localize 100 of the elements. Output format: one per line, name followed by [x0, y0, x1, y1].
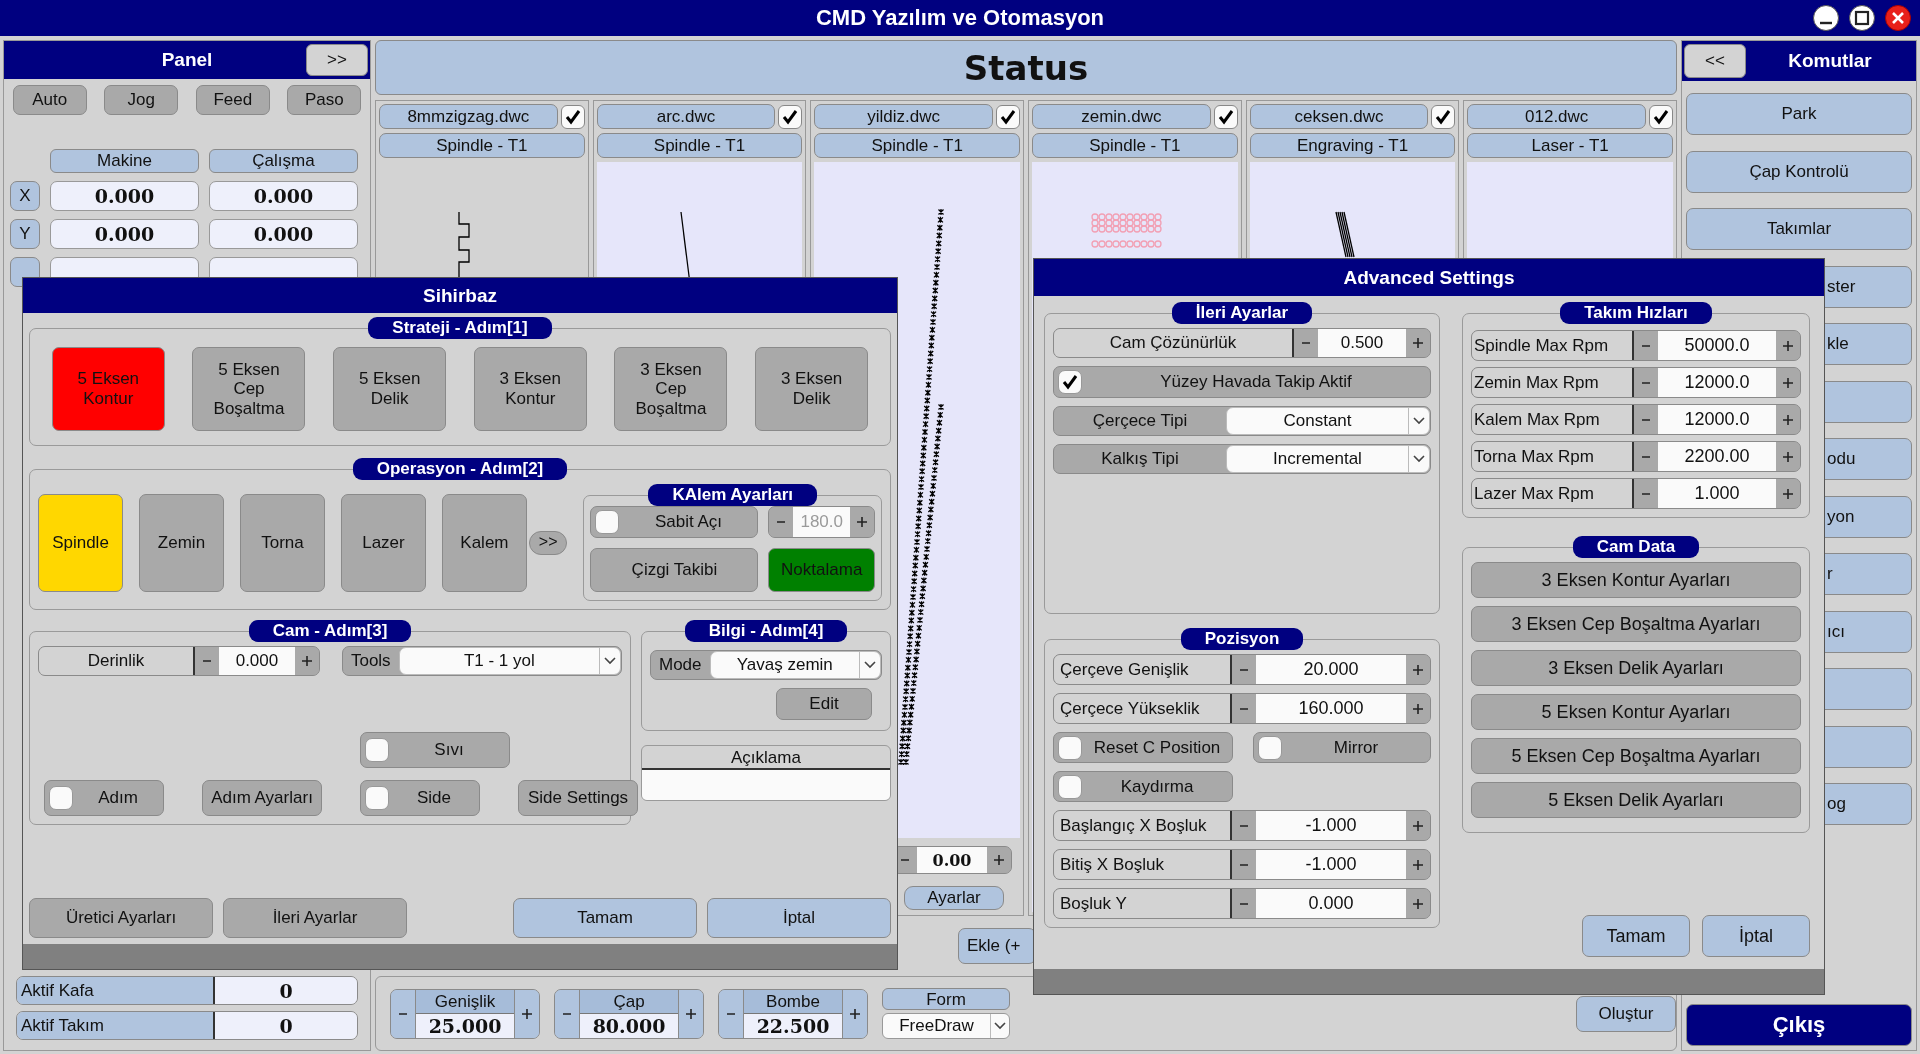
checkbox-button[interactable]: Adım — [44, 780, 164, 816]
field-label: Çap — [580, 989, 678, 1014]
mode-button[interactable]: Çizgi Takibi — [590, 548, 759, 592]
dialog-button[interactable]: Tamam — [513, 898, 697, 938]
file-name: zemin.dwc — [1032, 104, 1211, 129]
settings-button[interactable]: 3 Eksen Delik Ayarları — [1471, 650, 1801, 686]
checkbox[interactable] — [365, 786, 389, 810]
strategy-button[interactable]: 5 Eksen Cep Boşaltma — [192, 347, 306, 431]
checkbox[interactable] — [365, 738, 389, 762]
settings-button[interactable]: Adım Ayarları — [202, 780, 322, 816]
checkbox-button[interactable]: Mirror — [1253, 732, 1431, 763]
value-field[interactable]: 25.000 — [416, 1013, 514, 1038]
settings-button[interactable]: Ayarlar — [904, 886, 1004, 910]
field-label: Kalkış Tipi — [1100, 448, 1180, 470]
dropdown[interactable]: Yavaş zemin — [709, 651, 881, 679]
plus-icon — [849, 1007, 861, 1020]
command-button[interactable]: Park — [1686, 93, 1912, 135]
checkbox[interactable] — [1058, 774, 1082, 799]
value-field[interactable]: 0.000 — [219, 647, 295, 675]
mode-button[interactable]: Feed — [195, 85, 270, 115]
checkbox[interactable] — [1058, 370, 1082, 394]
checkbox[interactable] — [560, 104, 585, 129]
settings-button[interactable]: 5 Eksen Delik Ayarları — [1471, 782, 1801, 818]
value-field[interactable]: 12000.0 — [1658, 368, 1776, 397]
settings-button[interactable]: 5 Eksen Cep Boşaltma Ayarları — [1471, 738, 1801, 774]
dropdown[interactable]: Constant — [1226, 407, 1430, 435]
value-field[interactable]: 12000.0 — [1658, 405, 1776, 434]
dropdown[interactable]: FreeDraw — [882, 1013, 1010, 1039]
tool-label: Spindle - T1 — [596, 133, 803, 158]
checkbox[interactable] — [49, 786, 73, 810]
value-field[interactable]: 1.000 — [1658, 479, 1776, 508]
settings-button[interactable]: 3 Eksen Cep Boşaltma Ayarları — [1471, 606, 1801, 642]
checkbox[interactable] — [1058, 735, 1082, 760]
value-field[interactable]: 0.500 — [1318, 329, 1406, 357]
more-button[interactable]: >> — [528, 530, 568, 555]
strategy-button[interactable]: 5 Eksen Delik — [333, 347, 447, 431]
dropdown[interactable]: Incremental — [1226, 445, 1430, 473]
dialog-button[interactable]: Üretici Ayarları — [29, 898, 213, 938]
operation-button[interactable]: Kalem — [441, 493, 527, 592]
strategy-button[interactable]: 3 Eksen Cep Boşaltma — [614, 347, 728, 431]
checkbox[interactable] — [1649, 104, 1674, 129]
value-field[interactable]: 22.500 — [744, 1013, 842, 1038]
mode-button[interactable]: Jog — [104, 85, 179, 115]
checkmark-icon — [1652, 107, 1671, 126]
checkbox[interactable] — [1213, 104, 1238, 129]
plus-icon — [1782, 339, 1794, 352]
checkbox-button[interactable]: Yüzey Havada Takip Aktif — [1053, 366, 1431, 398]
command-button[interactable]: Takımlar — [1686, 208, 1912, 250]
checkbox-button[interactable]: Kaydırma — [1053, 771, 1233, 802]
section-title: İleri Ayarlar — [1171, 302, 1313, 324]
value-field[interactable]: 160.000 — [1256, 694, 1406, 723]
dialog-button[interactable]: İleri Ayarlar — [223, 898, 407, 938]
settings-button[interactable]: 3 Eksen Kontur Ayarları — [1471, 562, 1801, 598]
dropdown[interactable]: T1 - 1 yol — [398, 647, 621, 675]
axis-button[interactable]: X — [10, 181, 40, 211]
checkbox[interactable] — [996, 104, 1020, 129]
add-button[interactable]: Ekle (+ — [958, 928, 1036, 964]
create-button[interactable]: Oluştur — [1576, 995, 1676, 1032]
value-field[interactable]: 50000.0 — [1658, 331, 1776, 360]
operation-button[interactable]: Spindle — [38, 493, 123, 592]
mode-button[interactable]: Noktalama — [768, 548, 875, 592]
checkbox-button[interactable]: Reset C Position — [1053, 732, 1233, 763]
value-field[interactable]: -1.000 — [1256, 850, 1406, 879]
dialog-button[interactable]: İptal — [707, 898, 891, 938]
checkbox[interactable] — [1258, 735, 1282, 760]
checkbox-button[interactable]: Sabit Açı — [590, 506, 759, 538]
value-field[interactable]: 80.000 — [580, 1013, 678, 1038]
axis-button[interactable]: Y — [10, 219, 40, 249]
settings-button[interactable]: 5 Eksen Kontur Ayarları — [1471, 694, 1801, 730]
operation-button[interactable]: Zemin — [139, 493, 224, 592]
field-label: Form — [882, 988, 1010, 1010]
section-title: Bilgi - Adım[4] — [684, 620, 848, 642]
collapse-button[interactable]: << — [1684, 44, 1746, 78]
value-field[interactable]: 2200.00 — [1658, 442, 1776, 471]
value-field[interactable]: -1.000 — [1256, 811, 1406, 840]
dialog-button[interactable]: İptal — [1702, 915, 1810, 957]
checkbox[interactable] — [778, 104, 803, 129]
mode-button[interactable]: Auto — [12, 85, 87, 115]
expand-button[interactable]: >> — [306, 44, 368, 76]
value-field[interactable]: 0.00 — [917, 847, 987, 873]
mode-button[interactable]: Paso — [287, 85, 362, 115]
settings-button[interactable]: Side Settings — [518, 780, 638, 816]
exit-button[interactable]: Çıkış — [1686, 1004, 1912, 1046]
strategy-button[interactable]: 3 Eksen Delik — [755, 347, 869, 431]
strategy-button[interactable]: 3 Eksen Kontur — [473, 347, 587, 431]
checkbox[interactable] — [1431, 104, 1456, 129]
operation-button[interactable]: Torna — [239, 493, 325, 592]
command-button[interactable]: Çap Kontrolü — [1686, 150, 1912, 193]
plus-icon — [1782, 487, 1794, 500]
checkbox-button[interactable]: Side — [360, 780, 480, 816]
coordinate-value: 0.000 — [209, 219, 358, 249]
value-field[interactable]: 20.000 — [1256, 655, 1406, 684]
checkbox[interactable] — [595, 510, 620, 534]
value-field[interactable]: 0.000 — [1256, 889, 1406, 918]
checkbox-button[interactable]: Sıvı — [360, 732, 510, 768]
description-field[interactable] — [642, 770, 890, 800]
strategy-button[interactable]: 5 Eksen Kontur — [51, 347, 165, 431]
edit-button[interactable]: Edit — [776, 688, 872, 720]
dialog-button[interactable]: Tamam — [1582, 915, 1690, 957]
operation-button[interactable]: Lazer — [340, 493, 426, 592]
